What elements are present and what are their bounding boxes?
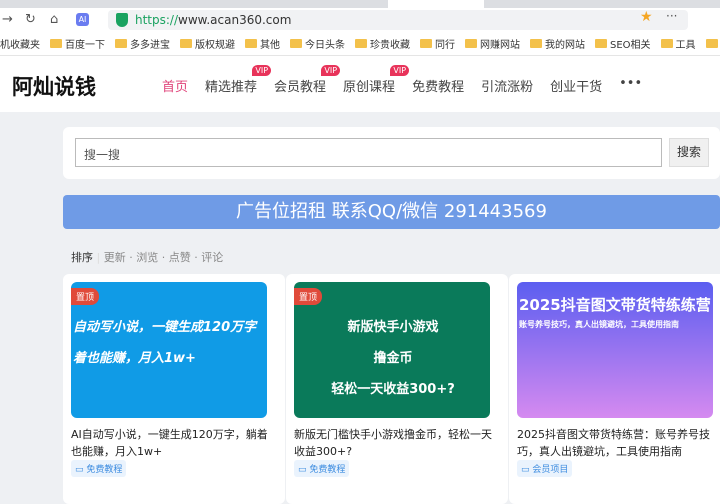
browser-toolbar: → ↻ ⌂ AI https://www.acan360.com ★ ··· — [0, 8, 720, 32]
bookmark-item[interactable]: 多多进宝 — [115, 36, 170, 51]
thumbnail-text: 新版快手小游戏 — [347, 320, 439, 335]
folder-icon — [530, 39, 542, 48]
folder-icon — [50, 39, 62, 48]
nav-item[interactable]: 会员教程 VIP — [274, 65, 341, 95]
nav-item[interactable]: 引流涨粉 — [481, 76, 533, 95]
bookmark-item[interactable]: 机收藏夹 — [0, 36, 40, 51]
folder-icon — [115, 39, 127, 48]
nav-item[interactable]: 精选推荐 VIP — [205, 65, 272, 95]
nav-item[interactable]: 原创课程 VIP — [343, 65, 410, 95]
bookmark-item[interactable]: 我的网站 — [530, 36, 585, 51]
post-card[interactable]: 2025抖音图文带货特练练营 账号养号技巧，真人出镜避坑，工具使用指南 2025抖音… — [509, 274, 720, 504]
pinned-badge: 置顶 — [294, 288, 323, 305]
nav-item[interactable]: 首页 — [162, 76, 188, 95]
bookmark-item[interactable]: 其他 — [245, 36, 280, 51]
star-icon[interactable]: ★ — [640, 9, 653, 25]
folder-icon: ▭ — [75, 465, 87, 475]
vip-badge: VIP — [321, 65, 341, 76]
url-text: https://www.acan360.com — [135, 13, 292, 27]
folder-icon — [290, 39, 302, 48]
pinned-badge: 置顶 — [71, 288, 100, 305]
post-title[interactable]: 新版无门槛快手小游戏撸金币，轻松一天收益300+? — [294, 426, 494, 460]
post-title[interactable]: AI自动写小说，一键生成120万字，躺着也能赚，月入1w+ — [71, 426, 271, 460]
thumbnail-text: 着也能赚，月入1w+ — [73, 351, 196, 366]
tab-strip — [0, 0, 720, 8]
sort-bar: 排序 | 更新 · 浏览 · 点赞 · 评论 — [71, 251, 224, 264]
folder-icon — [420, 39, 432, 48]
folder-icon — [705, 39, 718, 48]
sort-option[interactable]: 浏览 — [136, 251, 158, 264]
bookmark-item[interactable]: 珍贵收藏 — [355, 36, 410, 51]
folder-icon: ▭ — [521, 465, 533, 475]
sort-option[interactable]: 评论 — [201, 251, 223, 264]
shield-icon — [116, 13, 128, 27]
search-input[interactable]: 搜一搜 — [75, 138, 662, 167]
site-logo[interactable]: 阿灿说钱 — [12, 71, 96, 101]
post-card[interactable]: 新版快手小游戏 撸金币轻松一天收益300+? 置顶新版无门槛快手小游戏撸金币，轻松一… — [286, 274, 508, 504]
sort-option[interactable]: 更新 — [104, 251, 126, 264]
nav-item[interactable]: ••• — [619, 76, 642, 95]
thumbnail-text: 撸金币 — [373, 351, 413, 366]
folder-icon — [465, 39, 477, 48]
thumbnail-text: 账号养号技巧，真人出镜避坑，工具使用指南 — [519, 320, 679, 329]
post-card[interactable]: 自动写小说，一键生成120万字 着也能赚，月入1w+ 置顶 AI自动写小说，一键生成1… — [63, 274, 285, 504]
folder-icon — [595, 39, 607, 48]
active-tab[interactable] — [388, 0, 484, 8]
forward-icon[interactable]: → — [2, 12, 13, 27]
nav-item[interactable]: 创业干货 — [550, 76, 602, 95]
category-tag[interactable]: ▭ 免费教程 — [294, 460, 350, 477]
address-bar[interactable]: https://www.acan360.com — [108, 10, 688, 30]
bookmark-item[interactable]: 同行 — [420, 36, 455, 51]
site-header: 阿灿说钱 首页 精选推荐 VIP 会员教程 VIP 原创课程 VIP 免费教程 引流涨粉 创业干货… — [0, 56, 720, 112]
ai-icon[interactable]: AI — [76, 13, 89, 26]
folder-icon — [660, 39, 673, 48]
bookmarks-bar: 机收藏夹 百度一下 多多进宝 版权规避 其他 今日头条 珍贵收藏 同行 网赚网站 我的网站 SEO相… — [0, 32, 720, 56]
post-thumbnail[interactable]: 自动写小说，一键生成120万字 着也能赚，月入1w+ 置顶 — [71, 282, 267, 418]
vip-badge: VIP — [390, 65, 410, 76]
bookmark-item[interactable]: 收藏夹栏 — [705, 36, 720, 51]
reload-icon[interactable]: ↻ — [25, 12, 36, 27]
folder-icon — [355, 39, 367, 48]
bookmark-item[interactable]: 网赚网站 — [465, 36, 520, 51]
bookmark-item[interactable]: SEO相关 — [595, 36, 651, 51]
post-title[interactable]: 2025抖音图文带货特练营：账号养号技巧，真人出镜避坑，工具使用指南 — [517, 426, 717, 460]
home-icon[interactable]: ⌂ — [50, 12, 58, 27]
nav-item[interactable]: 免费教程 — [412, 76, 464, 95]
post-thumbnail[interactable]: 新版快手小游戏 撸金币轻松一天收益300+? 置顶 — [294, 282, 490, 418]
more-icon[interactable]: ··· — [666, 9, 677, 23]
bookmark-item[interactable]: 今日头条 — [290, 36, 345, 51]
sort-option[interactable]: 点赞 — [169, 251, 191, 264]
sort-label: 排序 — [71, 251, 93, 264]
ad-banner[interactable]: 广告位招租 联系QQ/微信 291443569 — [63, 195, 720, 229]
thumbnail-text: 轻松一天收益300+? — [331, 382, 455, 397]
search-button[interactable]: 搜索 — [669, 138, 709, 167]
bookmark-item[interactable]: 工具 — [660, 36, 696, 51]
main-nav: 首页 精选推荐 VIP 会员教程 VIP 原创课程 VIP 免费教程 引流涨粉 创业干货 ••• — [162, 65, 659, 95]
folder-icon — [180, 39, 192, 48]
thumbnail-text: 自动写小说，一键生成120万字 — [73, 320, 257, 335]
bookmark-item[interactable]: 百度一下 — [50, 36, 105, 51]
search-box: 搜一搜 搜索 — [63, 127, 720, 179]
post-thumbnail[interactable]: 2025抖音图文带货特练练营账号养号技巧，真人出镜避坑，工具使用指南 — [517, 282, 713, 418]
vip-badge: VIP — [252, 65, 272, 76]
bookmark-item[interactable]: 版权规避 — [180, 36, 235, 51]
folder-icon: ▭ — [298, 465, 310, 475]
category-tag[interactable]: ▭ 免费教程 — [71, 460, 127, 477]
thumbnail-text: 2025抖音图文带货特练练营 — [519, 296, 711, 314]
folder-icon — [245, 39, 257, 48]
category-tag[interactable]: ▭ 会员项目 — [517, 460, 573, 477]
